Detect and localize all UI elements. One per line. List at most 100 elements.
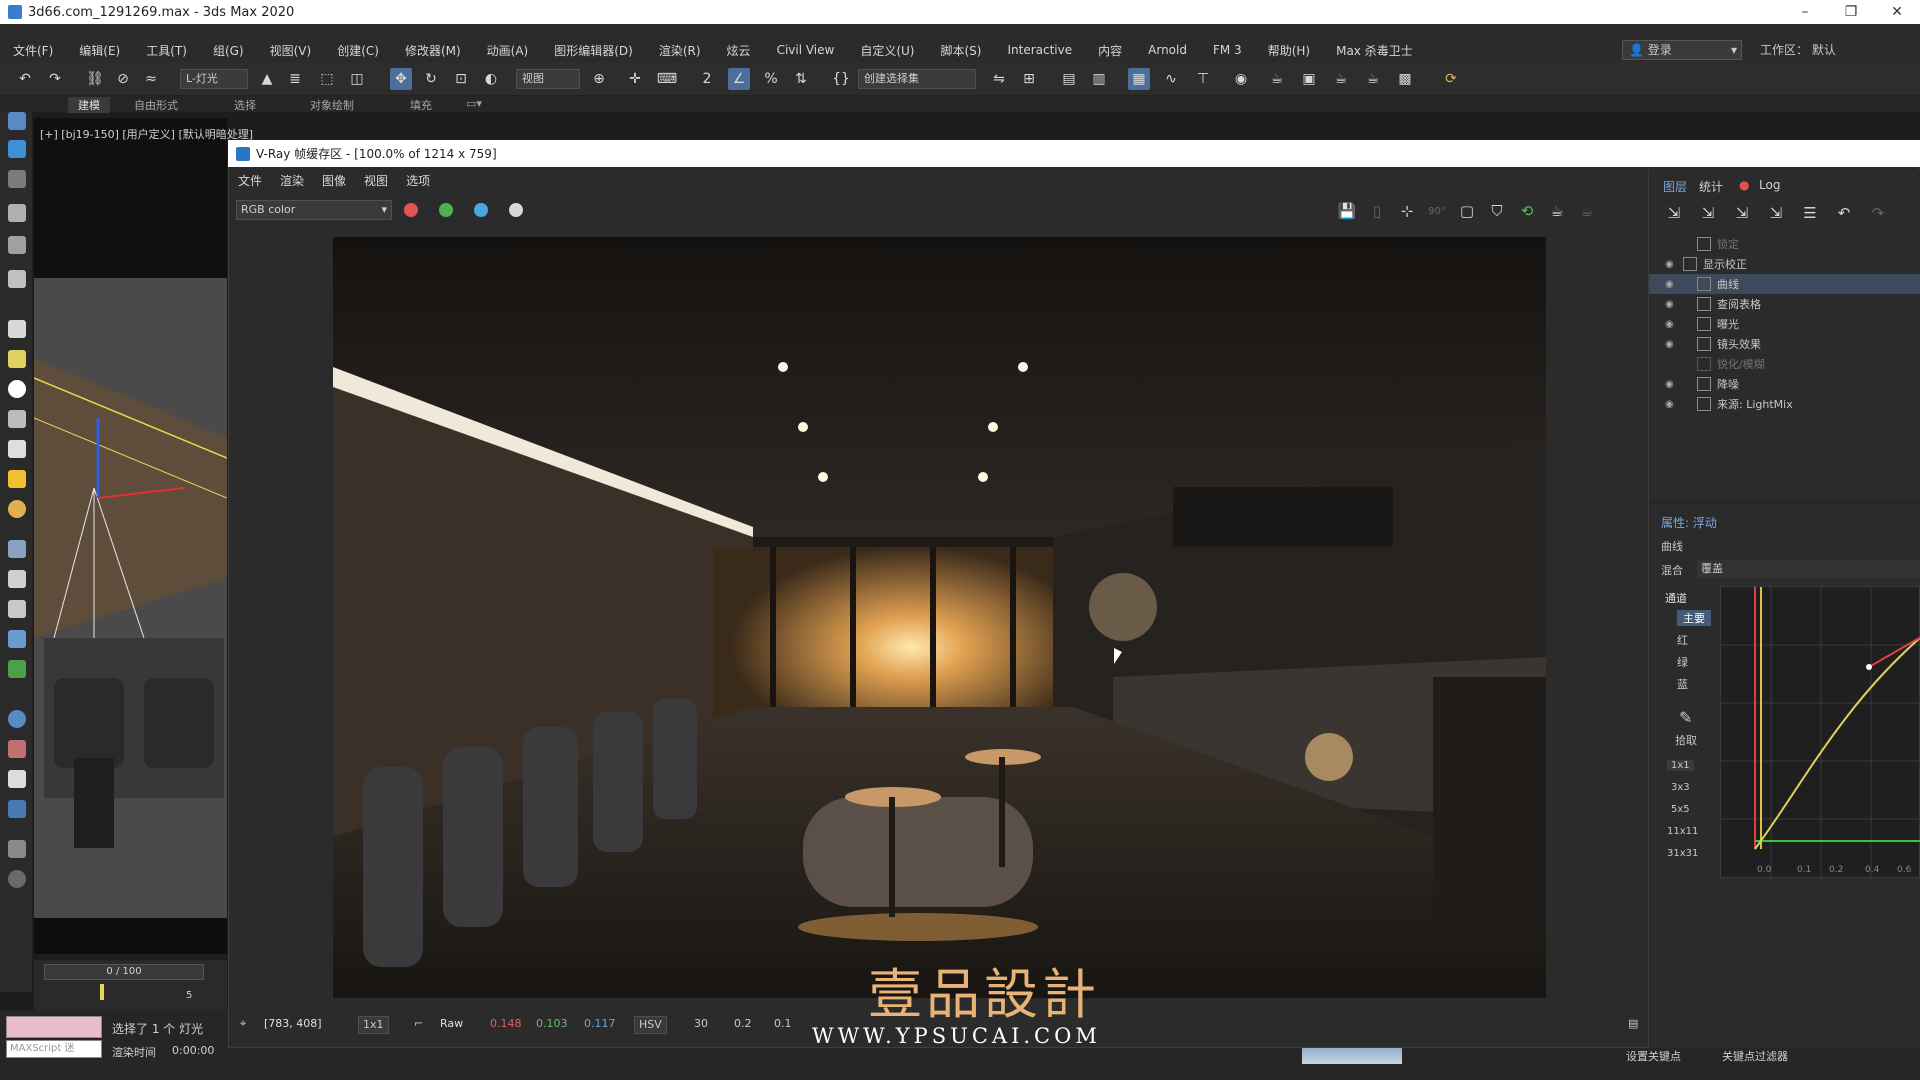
- eye-icon[interactable]: ◉: [1665, 279, 1679, 290]
- sample-size-1[interactable]: 1x1: [1667, 760, 1694, 771]
- layer-row[interactable]: ◉ 曝光: [1649, 314, 1920, 334]
- delete-layer-icon[interactable]: ⇲: [1697, 202, 1719, 224]
- key-filters-button[interactable]: 关键点过滤器: [1722, 1048, 1788, 1064]
- reference-coord-dropdown[interactable]: 视图: [516, 69, 580, 89]
- menu-edit[interactable]: 编辑(E): [66, 42, 133, 59]
- layer-explorer-icon[interactable]: ▥: [1088, 68, 1110, 90]
- tab-stats[interactable]: 统计: [1699, 178, 1723, 195]
- render-production-icon[interactable]: ☕: [1330, 68, 1352, 90]
- motion-panel-icon[interactable]: [8, 204, 26, 222]
- snaps-toggle-icon[interactable]: 2: [696, 68, 718, 90]
- vfb-menu-view[interactable]: 视图: [354, 172, 396, 189]
- menu-rendering[interactable]: 渲染(R): [646, 42, 714, 59]
- bind-space-warp-icon[interactable]: ≈: [140, 68, 162, 90]
- time-slider[interactable]: 0 / 100: [44, 964, 204, 980]
- sample-size-3[interactable]: 3x3: [1671, 782, 1690, 793]
- create-panel-icon[interactable]: [8, 112, 26, 130]
- sample-size-31[interactable]: 31x31: [1667, 848, 1698, 859]
- menu-help[interactable]: 帮助(H): [1255, 42, 1323, 59]
- select-by-name-icon[interactable]: ≣: [284, 68, 306, 90]
- selection-filter-dropdown[interactable]: L-灯光: [180, 69, 248, 89]
- pick-color-icon[interactable]: ⌐: [414, 1017, 423, 1030]
- channel-dropdown[interactable]: RGB color ▾: [236, 200, 392, 220]
- plane-icon[interactable]: [8, 540, 26, 558]
- select-manipulate-icon[interactable]: ✛: [624, 68, 646, 90]
- login-dropdown[interactable]: 👤 登录 ▾: [1622, 40, 1742, 60]
- eye-icon[interactable]: ◉: [1665, 339, 1679, 350]
- viewport-label[interactable]: [+] [bj19-150] [用户定义] [默认明暗处理]: [40, 126, 253, 142]
- tab-log[interactable]: Log: [1759, 178, 1780, 192]
- channel-blue[interactable]: 蓝: [1677, 676, 1688, 692]
- placement-icon[interactable]: ◐: [480, 68, 502, 90]
- spinner-snap-icon[interactable]: ⇅: [790, 68, 812, 90]
- particles-icon[interactable]: [8, 740, 26, 758]
- curve-editor-icon[interactable]: ∿: [1160, 68, 1182, 90]
- vfb-menu-image[interactable]: 图像: [312, 172, 354, 189]
- scene-explorer-icon[interactable]: ▤: [1058, 68, 1080, 90]
- layer-row[interactable]: ◉ 显示校正: [1649, 254, 1920, 274]
- menu-create[interactable]: 创建(C): [324, 42, 392, 59]
- menu-graph-editors[interactable]: 图形编辑器(D): [541, 42, 646, 59]
- undo-icon[interactable]: ↶: [14, 68, 36, 90]
- foliage-icon[interactable]: [8, 660, 26, 678]
- left-viewport[interactable]: [34, 118, 227, 954]
- eye-icon[interactable]: ◉: [1665, 379, 1679, 390]
- menu-civil-view[interactable]: Civil View: [764, 43, 848, 57]
- maxscript-input[interactable]: MAXScript 迷: [6, 1040, 102, 1058]
- sample-size-11[interactable]: 11x11: [1667, 826, 1698, 837]
- geosphere-icon[interactable]: [8, 380, 26, 398]
- box-icon[interactable]: [8, 320, 26, 338]
- percent-snap-icon[interactable]: %: [760, 68, 782, 90]
- track-mouse-icon[interactable]: ⛉: [1486, 200, 1508, 222]
- eyedropper-icon[interactable]: ✎: [1679, 708, 1692, 727]
- menu-modifiers[interactable]: 修改器(M): [392, 42, 474, 59]
- redo-icon[interactable]: ↷: [44, 68, 66, 90]
- save-image-icon[interactable]: 💾: [1336, 200, 1358, 222]
- stop-render-icon[interactable]: ☕: [1576, 200, 1598, 222]
- light-icon[interactable]: [8, 470, 26, 488]
- panel-splitter[interactable]: [1649, 500, 1920, 504]
- scale-icon[interactable]: ⊡: [450, 68, 472, 90]
- blend-mode-dropdown[interactable]: 覆盖: [1697, 560, 1920, 578]
- menu-group[interactable]: 组(G): [200, 42, 257, 59]
- minimize-button[interactable]: –: [1782, 0, 1828, 24]
- rendered-frame-window-icon[interactable]: ▣: [1298, 68, 1320, 90]
- eye-icon[interactable]: ◉: [1665, 399, 1679, 410]
- help-icon[interactable]: [8, 870, 26, 888]
- set-key-button[interactable]: 设置关键点: [1626, 1048, 1681, 1064]
- render-setup-icon[interactable]: ☕: [1266, 68, 1288, 90]
- blue-channel-toggle[interactable]: [474, 203, 488, 217]
- pivot-icon[interactable]: ⊕: [588, 68, 610, 90]
- render-interactive-icon[interactable]: ⟲: [1516, 200, 1538, 222]
- layer-list-icon[interactable]: ☰: [1799, 202, 1821, 224]
- move-icon[interactable]: ✥: [390, 68, 412, 90]
- vfb-menu-file[interactable]: 文件: [228, 172, 270, 189]
- named-selection-dropdown[interactable]: 创建选择集: [858, 69, 976, 89]
- ribbon-tab-freeform[interactable]: 自由形式: [134, 97, 178, 113]
- mirror-icon[interactable]: ⇋: [988, 68, 1010, 90]
- sample-size-5[interactable]: 5x5: [1671, 804, 1690, 815]
- menu-tools[interactable]: 工具(T): [133, 42, 200, 59]
- vfb-menu-render[interactable]: 渲染: [270, 172, 312, 189]
- unlink-icon[interactable]: ⊘: [112, 68, 134, 90]
- eye-icon[interactable]: ◉: [1665, 259, 1679, 270]
- material-editor-icon[interactable]: ◉: [1230, 68, 1252, 90]
- render-iterative-icon[interactable]: ☕: [1362, 68, 1384, 90]
- ribbon-options-icon[interactable]: ▭▾: [466, 97, 482, 110]
- zoom-dropdown[interactable]: 1x1: [358, 1016, 389, 1034]
- ribbon-toggle-icon[interactable]: ▦: [1128, 68, 1150, 90]
- menu-max-antivirus[interactable]: Max 杀毒卫士: [1323, 42, 1426, 59]
- menu-scripting[interactable]: 脚本(S): [928, 42, 995, 59]
- menu-xuanyun[interactable]: 炫云: [714, 42, 764, 59]
- select-object-icon[interactable]: ▲: [256, 68, 278, 90]
- ribbon-tab-selection[interactable]: 选择: [234, 97, 256, 113]
- eye-icon[interactable]: ◉: [1665, 299, 1679, 310]
- layers-icon[interactable]: [8, 840, 26, 858]
- create-layer-icon[interactable]: ⇲: [1663, 202, 1685, 224]
- load-layers-icon[interactable]: ⇲: [1765, 202, 1787, 224]
- window-crossing-icon[interactable]: ◫: [346, 68, 368, 90]
- menu-fm3[interactable]: FM 3: [1200, 43, 1255, 57]
- vfb-menu-options[interactable]: 选项: [396, 172, 438, 189]
- follow-mouse-icon[interactable]: 90°: [1426, 200, 1448, 222]
- vray-icon[interactable]: ⟳: [1440, 68, 1462, 90]
